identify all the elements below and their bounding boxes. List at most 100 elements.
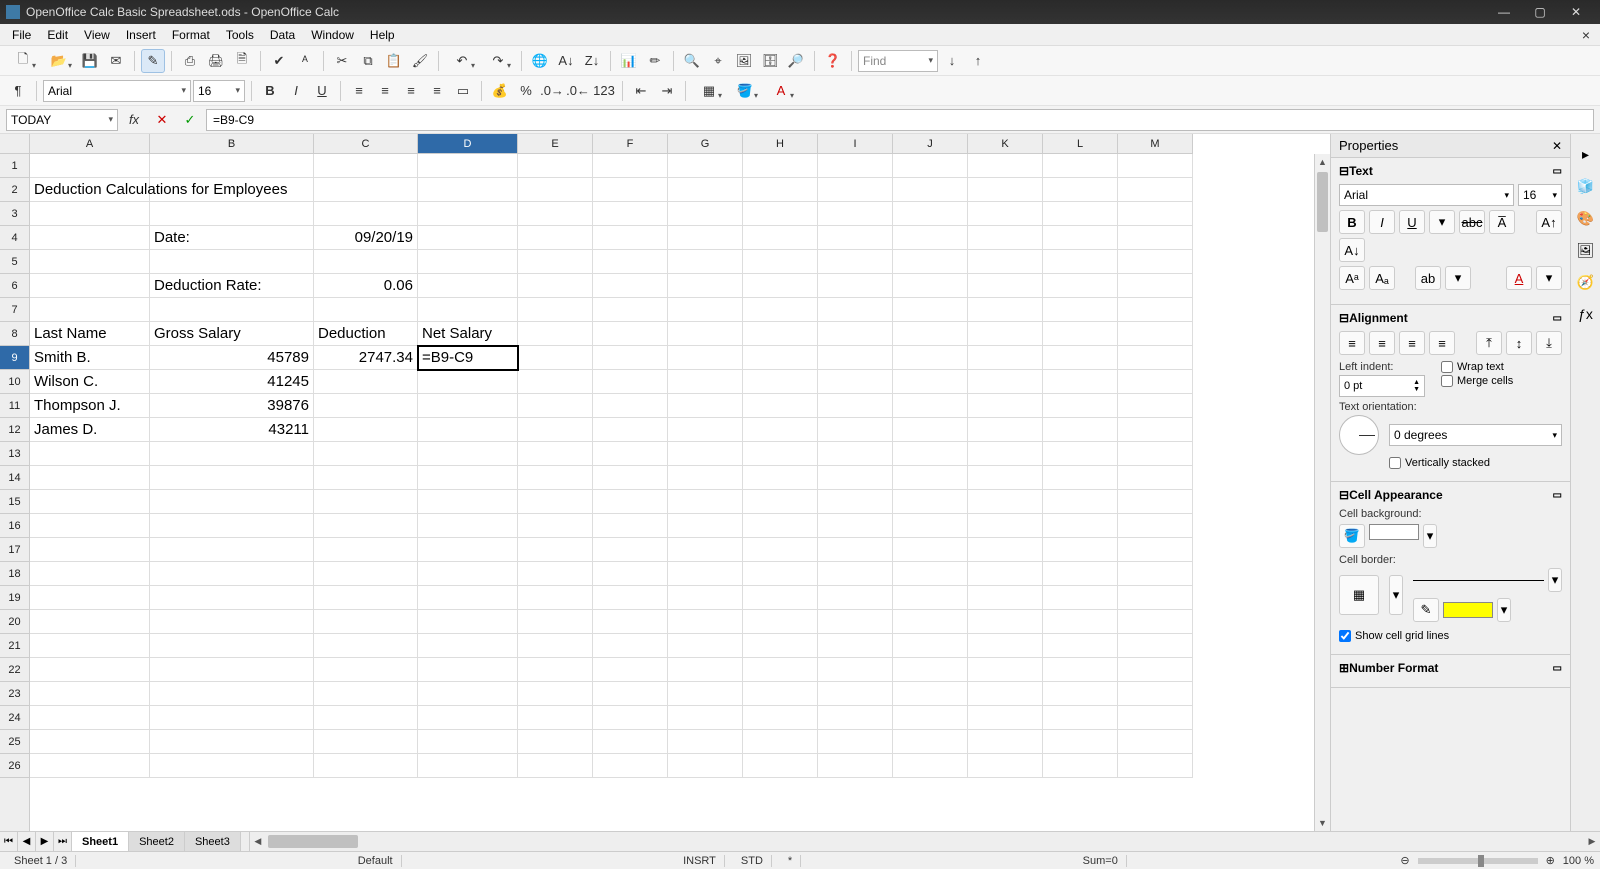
cell-E12[interactable] xyxy=(518,418,593,442)
cell-A26[interactable] xyxy=(30,754,150,778)
cell-D15[interactable] xyxy=(418,490,518,514)
cells-area[interactable]: Deduction Calculations for EmployeesDate… xyxy=(30,154,1314,831)
close-doc-icon[interactable]: × xyxy=(1576,27,1596,43)
cell-C24[interactable] xyxy=(314,706,418,730)
scroll-right-icon[interactable]: ▶ xyxy=(1584,832,1600,851)
cell-B4[interactable]: Date: xyxy=(150,226,314,250)
cell-K1[interactable] xyxy=(968,154,1043,178)
spellcheck-button[interactable]: ✔ xyxy=(267,49,291,73)
cell-D13[interactable] xyxy=(418,442,518,466)
menu-help[interactable]: Help xyxy=(362,26,403,44)
cell-J11[interactable] xyxy=(893,394,968,418)
properties-tab-icon[interactable]: 🧊 xyxy=(1574,174,1598,198)
cell-M20[interactable] xyxy=(1118,610,1193,634)
cell-C21[interactable] xyxy=(314,634,418,658)
vertical-scroll-thumb[interactable] xyxy=(1317,172,1328,232)
cell-M17[interactable] xyxy=(1118,538,1193,562)
panel-superscript-button[interactable]: Aᵃ xyxy=(1339,266,1365,290)
italic-button[interactable]: I xyxy=(284,79,308,103)
cell-F25[interactable] xyxy=(593,730,668,754)
cell-B1[interactable] xyxy=(150,154,314,178)
cell-D2[interactable] xyxy=(418,178,518,202)
font-color-button[interactable]: A xyxy=(764,79,798,103)
align-left-button[interactable]: ≡ xyxy=(1339,331,1365,355)
cell-J3[interactable] xyxy=(893,202,968,226)
cell-A8[interactable]: Last Name xyxy=(30,322,150,346)
cell-J12[interactable] xyxy=(893,418,968,442)
cell-H5[interactable] xyxy=(743,250,818,274)
cell-I25[interactable] xyxy=(818,730,893,754)
datasources-button[interactable]: 🗄 xyxy=(758,49,782,73)
cell-H4[interactable] xyxy=(743,226,818,250)
cell-D16[interactable] xyxy=(418,514,518,538)
align-center-button[interactable]: ≡ xyxy=(1369,331,1395,355)
cell-K22[interactable] xyxy=(968,658,1043,682)
cell-H10[interactable] xyxy=(743,370,818,394)
col-header-H[interactable]: H xyxy=(743,134,818,153)
cell-M26[interactable] xyxy=(1118,754,1193,778)
border-preset-drop[interactable]: ▾ xyxy=(1389,575,1403,615)
font-size-combo[interactable]: 16 ▾ xyxy=(193,80,245,102)
panel-shrink-font-button[interactable]: A↓ xyxy=(1339,238,1365,262)
cell-B10[interactable]: 41245 xyxy=(150,370,314,394)
cell-M21[interactable] xyxy=(1118,634,1193,658)
col-header-F[interactable]: F xyxy=(593,134,668,153)
cell-D12[interactable] xyxy=(418,418,518,442)
col-header-G[interactable]: G xyxy=(668,134,743,153)
cell-H8[interactable] xyxy=(743,322,818,346)
cell-L17[interactable] xyxy=(1043,538,1118,562)
cell-A17[interactable] xyxy=(30,538,150,562)
sort-asc-button[interactable]: A↓ xyxy=(554,49,578,73)
pencil-icon[interactable]: ✎ xyxy=(1413,598,1439,622)
cell-I4[interactable] xyxy=(818,226,893,250)
collapse-icon[interactable]: ▭ xyxy=(1553,166,1562,177)
row-header-18[interactable]: 18 xyxy=(0,562,29,586)
cell-A21[interactable] xyxy=(30,634,150,658)
orientation-dial[interactable] xyxy=(1339,415,1379,455)
row-header-1[interactable]: 1 xyxy=(0,154,29,178)
panel-font-combo[interactable]: Arial▾ xyxy=(1339,184,1514,206)
row-header-17[interactable]: 17 xyxy=(0,538,29,562)
col-header-B[interactable]: B xyxy=(150,134,314,153)
cell-G1[interactable] xyxy=(668,154,743,178)
cell-G3[interactable] xyxy=(668,202,743,226)
cell-G12[interactable] xyxy=(668,418,743,442)
cell-G21[interactable] xyxy=(668,634,743,658)
cell-G2[interactable] xyxy=(668,178,743,202)
cell-I9[interactable] xyxy=(818,346,893,370)
insert-mode-indicator[interactable]: INSRT xyxy=(675,855,725,867)
remove-decimal-button[interactable]: .0← xyxy=(566,79,590,103)
cell-L5[interactable] xyxy=(1043,250,1118,274)
cell-G10[interactable] xyxy=(668,370,743,394)
cell-B3[interactable] xyxy=(150,202,314,226)
cell-M15[interactable] xyxy=(1118,490,1193,514)
cell-B5[interactable] xyxy=(150,250,314,274)
cell-L6[interactable] xyxy=(1043,274,1118,298)
cell-L15[interactable] xyxy=(1043,490,1118,514)
cell-L13[interactable] xyxy=(1043,442,1118,466)
cell-E24[interactable] xyxy=(518,706,593,730)
cell-L18[interactable] xyxy=(1043,562,1118,586)
left-indent-spinner[interactable]: 0 pt▲▼ xyxy=(1339,375,1425,397)
find-replace-button[interactable]: 🔍 xyxy=(680,49,704,73)
export-pdf-button[interactable]: ⎙ xyxy=(178,49,202,73)
cell-H13[interactable] xyxy=(743,442,818,466)
cell-C19[interactable] xyxy=(314,586,418,610)
cell-B25[interactable] xyxy=(150,730,314,754)
page-style-indicator[interactable]: Default xyxy=(350,855,402,867)
menu-data[interactable]: Data xyxy=(262,26,303,44)
cell-C1[interactable] xyxy=(314,154,418,178)
row-header-24[interactable]: 24 xyxy=(0,706,29,730)
chart-button[interactable]: 📊 xyxy=(617,49,641,73)
copy-button[interactable]: ⧉ xyxy=(356,49,380,73)
cell-G13[interactable] xyxy=(668,442,743,466)
cell-M7[interactable] xyxy=(1118,298,1193,322)
cell-A2[interactable]: Deduction Calculations for Employees xyxy=(30,178,150,202)
border-style-drop[interactable]: ▾ xyxy=(1548,568,1562,592)
cell-M24[interactable] xyxy=(1118,706,1193,730)
cell-K15[interactable] xyxy=(968,490,1043,514)
close-button[interactable]: ✕ xyxy=(1558,0,1594,24)
cell-I22[interactable] xyxy=(818,658,893,682)
cell-K8[interactable] xyxy=(968,322,1043,346)
cell-C3[interactable] xyxy=(314,202,418,226)
